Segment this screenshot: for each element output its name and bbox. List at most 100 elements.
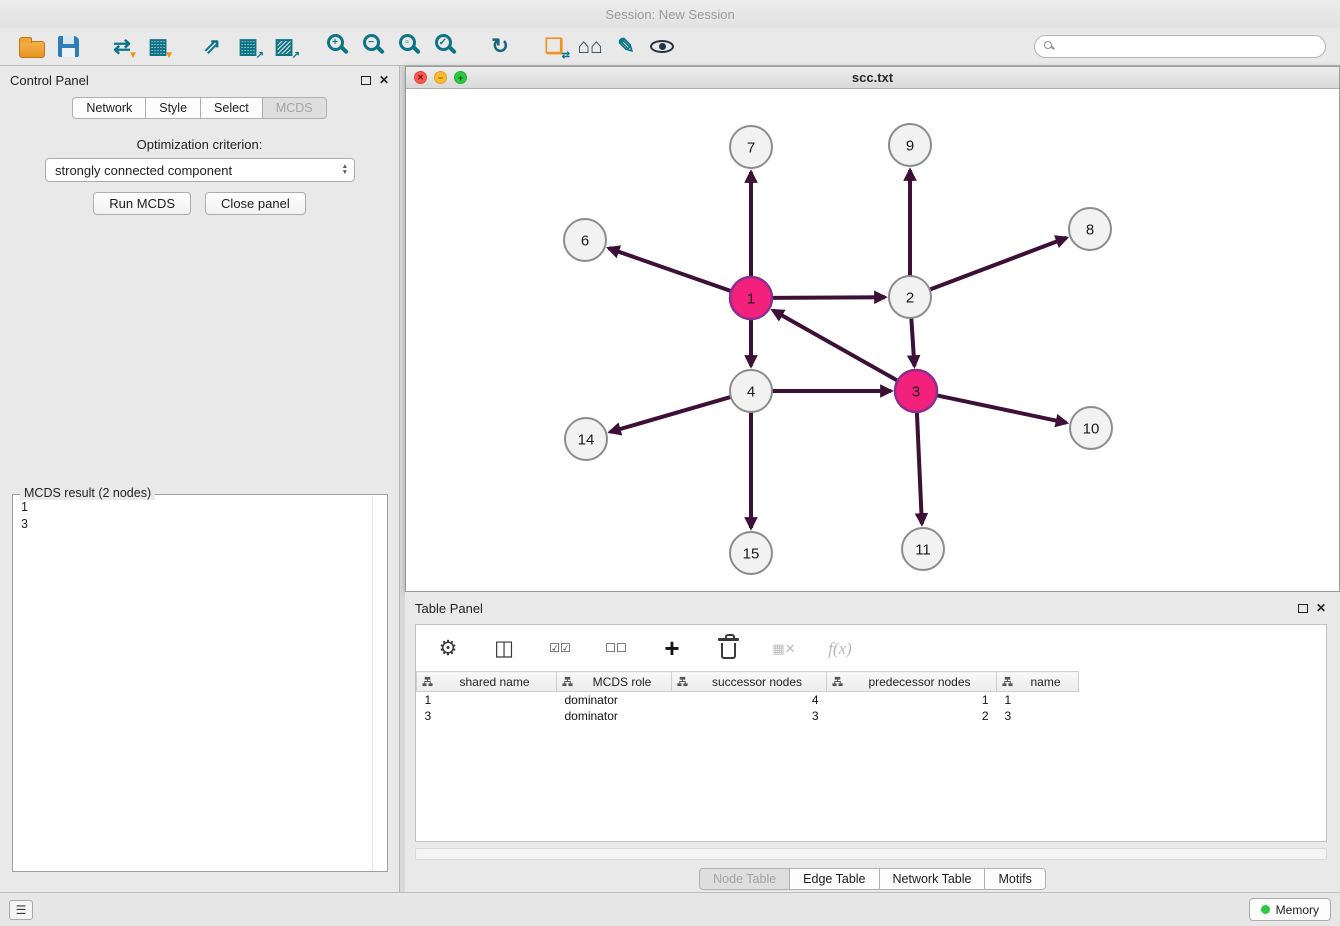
table-horizontal-scrollbar[interactable] [415,848,1327,860]
node-2[interactable]: 2 [889,276,931,318]
float-table-panel-icon[interactable] [1298,604,1308,613]
cell-MCDS-role[interactable]: dominator [557,708,672,724]
zoom-out-icon[interactable]: − [356,31,392,63]
close-panel-icon[interactable] [379,74,389,86]
node-7[interactable]: 7 [730,126,772,168]
close-panel-button[interactable]: Close panel [205,192,306,215]
network-canvas[interactable]: 7 9 6 8 1 2 4 3 14 10 15 11 [406,89,1339,591]
search-input[interactable] [1034,35,1326,58]
node-11[interactable]: 11 [902,528,944,570]
cell-predecessor-nodes[interactable]: 2 [827,708,997,724]
open-session-icon[interactable] [14,31,50,63]
tab-node-table[interactable]: Node Table [699,868,790,890]
float-panel-icon[interactable] [361,76,371,85]
edge-3-10[interactable] [937,395,1067,423]
function-builder-icon[interactable]: f(x) [822,632,858,664]
edge-3-11[interactable] [917,412,922,524]
table-settings-gear-icon[interactable]: ⚙ [430,632,466,664]
annotation-pen-icon[interactable]: ✎ [608,31,644,63]
node-label: 10 [1083,421,1100,438]
network-document-icon[interactable]: ❏⇄ [536,31,572,63]
select-all-rows-icon-glyph: ☑☑ [549,642,571,654]
table-tabs: Node TableEdge TableNetwork TableMotifs [699,868,1046,890]
node-8[interactable]: 8 [1069,208,1111,250]
column-header-name[interactable]: name [997,672,1079,692]
zoom-in-icon[interactable]: + [320,31,356,63]
tab-motifs[interactable]: Motifs [984,868,1045,890]
delete-column-icon[interactable] [710,632,746,664]
home-icon[interactable]: ⌂⌂ [572,31,608,63]
zoom-selected-icon[interactable]: ✓ [428,31,464,63]
node-3[interactable]: 3 [895,370,937,412]
refresh-view-icon-glyph: ↻ [491,36,509,57]
tab-network-table[interactable]: Network Table [879,868,986,890]
minimize-window-icon[interactable] [434,71,447,84]
function-builder-icon-glyph: f(x) [828,640,852,657]
deselect-all-rows-icon[interactable]: ☐☐ [598,632,634,664]
node-10[interactable]: 10 [1070,407,1112,449]
export-network-icon[interactable]: ⇗ [194,31,230,63]
edge-2-8[interactable] [930,238,1067,290]
column-header-shared-name[interactable]: shared name [417,672,557,692]
tab-mcds[interactable]: MCDS [262,97,327,119]
network-window-titlebar[interactable]: scc.txt [406,67,1339,89]
import-network-icon[interactable]: ⇄▼ [104,31,140,63]
memory-button[interactable]: Memory [1249,898,1331,921]
zoom-fit-icon[interactable]: ▫ [392,31,428,63]
refresh-view-icon[interactable]: ↻ [482,31,518,63]
window-titlebar[interactable]: Session: New Session [0,0,1340,28]
cell-predecessor-nodes[interactable]: 1 [827,692,997,708]
import-table-icon[interactable]: ▦▼ [140,31,176,63]
run-mcds-button[interactable]: Run MCDS [93,192,191,215]
node-4[interactable]: 4 [730,370,772,412]
cell-name[interactable]: 3 [997,708,1079,724]
node-14[interactable]: 14 [565,418,607,460]
cell-shared-name[interactable]: 1 [417,692,557,708]
edge-1-6[interactable] [609,248,732,291]
column-header-predecessor-nodes[interactable]: predecessor nodes [827,672,997,692]
search-container [1034,35,1326,58]
table-row[interactable]: 3dominator323 [417,708,1079,724]
zoom-window-icon[interactable] [454,71,467,84]
mcds-result-item[interactable]: 1 [17,499,371,516]
node-9[interactable]: 9 [889,124,931,166]
edge-3-1[interactable] [773,310,898,380]
memory-label: Memory [1276,903,1319,917]
cell-successor-nodes[interactable]: 3 [672,708,827,724]
column-flow-icon [1002,676,1013,690]
column-header-label: shared name [459,675,529,689]
tab-edge-table[interactable]: Edge Table [789,868,879,890]
edge-4-14[interactable] [610,397,731,432]
split-columns-icon[interactable]: ◫ [486,632,522,664]
node-1[interactable]: 1 [730,277,772,319]
visibility-eye-icon[interactable] [644,31,680,63]
node-15[interactable]: 15 [730,532,772,574]
cell-shared-name[interactable]: 3 [417,708,557,724]
cell-MCDS-role[interactable]: dominator [557,692,672,708]
optimization-criterion-select[interactable]: strongly connected component [45,158,355,182]
column-header-successor-nodes[interactable]: successor nodes [672,672,827,692]
network-window-title: scc.txt [852,70,893,85]
save-session-icon[interactable] [50,31,86,63]
close-table-panel-icon[interactable] [1316,602,1326,614]
export-image-icon[interactable]: ▨↗ [266,31,302,63]
column-header-MCDS-role[interactable]: MCDS role [557,672,672,692]
add-column-icon[interactable]: + [654,632,690,664]
column-header-label: predecessor nodes [868,675,970,689]
cell-successor-nodes[interactable]: 4 [672,692,827,708]
export-table-icon[interactable]: ▦↗ [230,31,266,63]
table-row[interactable]: 1dominator411 [417,692,1079,708]
select-all-rows-icon[interactable]: ☑☑ [542,632,578,664]
cell-name[interactable]: 1 [997,692,1079,708]
delete-table-icon[interactable]: ▦✕ [766,632,802,664]
task-list-icon[interactable] [9,900,33,920]
tab-style[interactable]: Style [145,97,201,119]
mcds-result-item[interactable]: 3 [17,516,371,533]
node-6[interactable]: 6 [564,219,606,261]
tab-network[interactable]: Network [72,97,146,119]
tab-select[interactable]: Select [200,97,263,119]
close-window-icon[interactable] [414,71,427,84]
edge-2-3[interactable] [911,318,914,366]
node-label: 9 [906,138,914,155]
edge-1-2[interactable] [772,297,885,298]
